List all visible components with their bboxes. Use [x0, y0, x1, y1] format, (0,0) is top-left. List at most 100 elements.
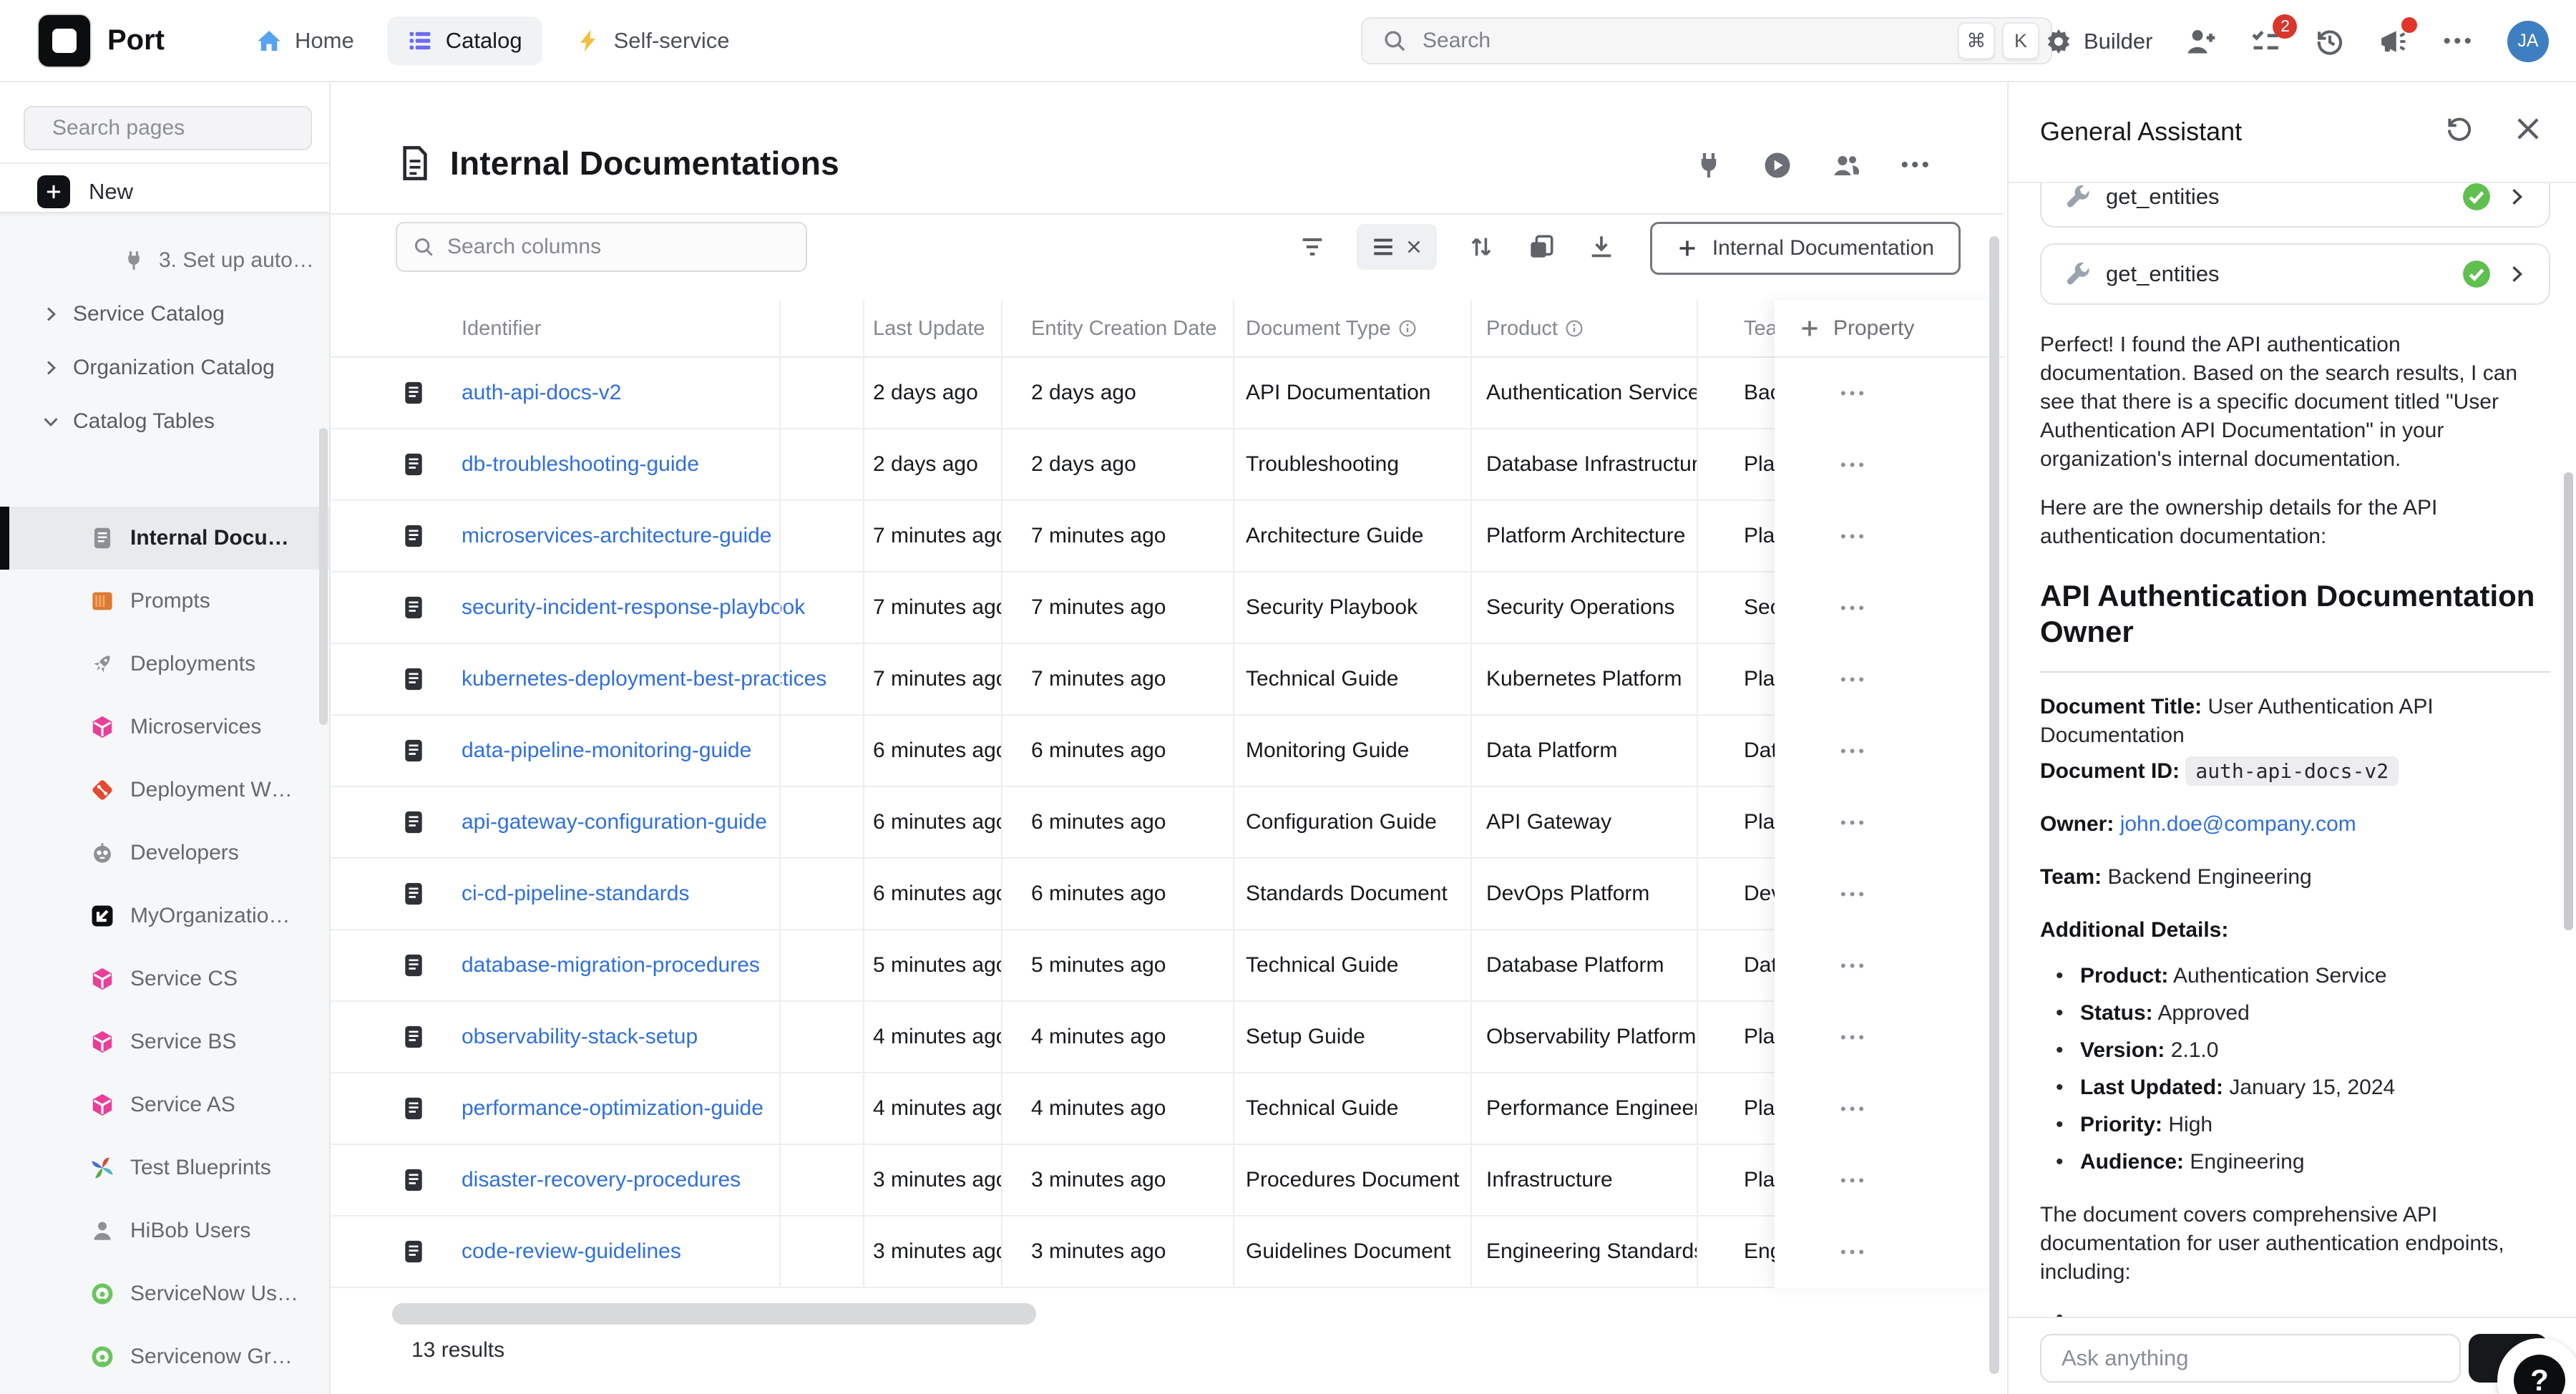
nav-item[interactable]: Catalog [387, 16, 542, 65]
row-more-button[interactable]: ••• [1840, 527, 1868, 546]
table-row[interactable]: ci-cd-pipeline-standards 6 minutes ago 6… [331, 859, 2004, 930]
column-header-product[interactable]: Product [1470, 317, 1697, 341]
table-row[interactable]: security-incident-response-playbook 7 mi… [331, 572, 2004, 644]
tool-call-card[interactable]: get_entities [2040, 183, 2550, 228]
column-header-created[interactable]: Entity Creation Date [1001, 317, 1233, 341]
group-by-control[interactable] [1357, 224, 1437, 270]
help-button[interactable]: ? [2497, 1338, 2576, 1394]
brand[interactable]: Port [37, 14, 165, 68]
sidebar-search-input[interactable] [52, 116, 328, 140]
nav-item[interactable]: Home [236, 16, 374, 65]
row-more-button[interactable]: ••• [1840, 1100, 1868, 1118]
sidebar-item[interactable]: Internal Docu… [0, 507, 329, 570]
entity-identifier-link[interactable]: data-pipeline-monitoring-guide [449, 739, 863, 763]
plug-icon[interactable] [1694, 151, 1723, 180]
announcements-button[interactable] [2379, 26, 2410, 57]
entity-identifier-link[interactable]: performance-optimization-guide [449, 1096, 863, 1121]
column-search[interactable] [396, 222, 807, 272]
sidebar-item[interactable]: Servicenow Gr… [0, 1325, 329, 1388]
sidebar-item[interactable]: Deployment W… [0, 759, 329, 822]
column-header-last-update[interactable]: Last Update [863, 317, 1001, 341]
builder-button[interactable]: Builder [2045, 28, 2153, 55]
row-more-button[interactable]: ••• [1840, 456, 1868, 474]
entity-identifier-link[interactable]: observability-stack-setup [449, 1025, 863, 1049]
entity-identifier-link[interactable]: security-incident-response-playbook [449, 595, 863, 620]
ask-input-wrapper[interactable] [2040, 1334, 2461, 1383]
clear-group-icon[interactable] [1405, 238, 1423, 255]
entity-identifier-link[interactable]: db-troubleshooting-guide [449, 452, 863, 477]
sidebar-group[interactable]: Catalog Tables [0, 394, 329, 448]
table-row[interactable]: auth-api-docs-v2 2 days ago 2 days ago A… [331, 358, 2004, 429]
tasks-button[interactable]: 2 [2250, 26, 2281, 57]
tool-call-card[interactable]: get_entities [2040, 243, 2550, 305]
add-property-button[interactable]: Property [1775, 301, 2005, 358]
invite-users-button[interactable] [2185, 26, 2217, 57]
add-entity-button[interactable]: Internal Documentation [1650, 222, 1961, 275]
audit-log-button[interactable] [2314, 26, 2346, 57]
sidebar-item[interactable]: Test Blueprints [0, 1136, 329, 1199]
reset-conversation-icon[interactable] [2444, 114, 2474, 144]
user-avatar[interactable]: JA [2507, 21, 2549, 62]
sidebar-item[interactable]: Deployments [0, 633, 329, 696]
table-row[interactable]: code-review-guidelines 3 minutes ago 3 m… [331, 1217, 2004, 1288]
sidebar-search[interactable] [24, 106, 312, 150]
sidebar-item[interactable]: HiBob Users [0, 1199, 329, 1262]
sidebar-item[interactable]: Service CS [0, 947, 329, 1010]
table-row[interactable]: kubernetes-deployment-best-practices 7 m… [331, 644, 2004, 716]
column-header-doc-type[interactable]: Document Type [1233, 317, 1470, 341]
row-more-button[interactable]: ••• [1840, 1171, 1868, 1190]
sidebar-item[interactable]: Microservices [0, 696, 329, 759]
row-more-button[interactable]: ••• [1840, 671, 1868, 689]
sidebar-item[interactable]: MyOrganizatio… [0, 884, 329, 947]
global-search-input[interactable] [1423, 29, 1951, 53]
more-options-button[interactable]: ••• [2443, 29, 2474, 54]
table-row[interactable]: data-pipeline-monitoring-guide 6 minutes… [331, 716, 2004, 787]
table-row[interactable]: observability-stack-setup 4 minutes ago … [331, 1002, 2004, 1073]
send-button[interactable]: ? [2469, 1334, 2547, 1383]
export-button[interactable] [1586, 231, 1617, 263]
horizontal-scrollbar[interactable] [392, 1303, 1036, 1325]
sidebar-scrollbar[interactable] [319, 428, 328, 725]
ask-anything-input[interactable] [2062, 1345, 2439, 1371]
close-icon[interactable] [2513, 114, 2543, 144]
entity-identifier-link[interactable]: disaster-recovery-procedures [449, 1168, 863, 1192]
global-search[interactable]: ⌘ K [1361, 17, 2052, 64]
assistant-scrollbar[interactable] [2564, 472, 2573, 930]
entity-identifier-link[interactable]: ci-cd-pipeline-standards [449, 882, 863, 906]
row-more-button[interactable]: ••• [1840, 814, 1868, 832]
new-page-button[interactable]: New [37, 172, 133, 212]
column-search-input[interactable] [447, 235, 790, 259]
sidebar-item[interactable]: Service AS [0, 1073, 329, 1136]
table-row[interactable]: db-troubleshooting-guide 2 days ago 2 da… [331, 429, 2004, 501]
row-more-button[interactable]: ••• [1840, 1243, 1868, 1262]
row-more-button[interactable]: ••• [1840, 384, 1868, 403]
nav-item[interactable]: Self-service [555, 16, 750, 65]
entity-identifier-link[interactable]: kubernetes-deployment-best-practices [449, 667, 863, 691]
column-header-identifier[interactable]: Identifier [449, 317, 863, 341]
page-more-button[interactable]: ••• [1901, 153, 1932, 177]
entity-identifier-link[interactable]: microservices-architecture-guide [449, 524, 863, 548]
table-row[interactable]: api-gateway-configuration-guide 6 minute… [331, 787, 2004, 859]
play-circle-icon[interactable] [1763, 151, 1792, 180]
row-more-button[interactable]: ••• [1840, 1028, 1868, 1047]
sort-button[interactable] [1465, 231, 1497, 263]
filter-button[interactable] [1297, 231, 1328, 263]
row-more-button[interactable]: ••• [1840, 742, 1868, 761]
copy-button[interactable] [1526, 231, 1557, 263]
sidebar-item[interactable]: Service BS [0, 1010, 329, 1073]
row-more-button[interactable]: ••• [1840, 957, 1868, 975]
entity-identifier-link[interactable]: api-gateway-configuration-guide [449, 810, 863, 834]
entity-identifier-link[interactable]: database-migration-procedures [449, 953, 863, 978]
table-row[interactable]: performance-optimization-guide 4 minutes… [331, 1073, 2004, 1145]
sidebar-group[interactable]: 3. Set up auto… [0, 233, 329, 287]
sidebar-group[interactable]: Organization Catalog [0, 341, 329, 394]
row-more-button[interactable]: ••• [1840, 599, 1868, 618]
entity-identifier-link[interactable]: code-review-guidelines [449, 1239, 863, 1264]
users-icon[interactable] [1832, 151, 1860, 180]
table-row[interactable]: disaster-recovery-procedures 3 minutes a… [331, 1145, 2004, 1217]
table-row[interactable]: database-migration-procedures 5 minutes … [331, 930, 2004, 1002]
sidebar-item[interactable]: ServiceNow Us… [0, 1262, 329, 1325]
entity-identifier-link[interactable]: auth-api-docs-v2 [449, 381, 863, 405]
row-more-button[interactable]: ••• [1840, 885, 1868, 904]
sidebar-group[interactable]: Service Catalog [0, 287, 329, 341]
